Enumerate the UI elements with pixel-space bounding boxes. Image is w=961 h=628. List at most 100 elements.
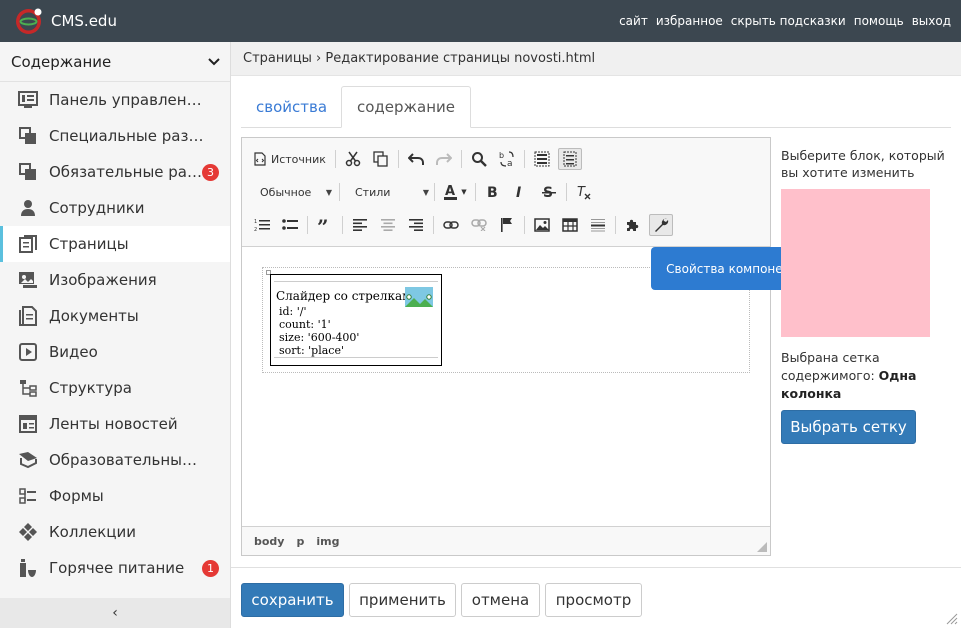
- horizontal-rule-icon: [591, 219, 605, 232]
- notification-badge: 1: [202, 560, 219, 577]
- toolbar-separator: [334, 150, 336, 168]
- select-all-button[interactable]: [530, 148, 554, 170]
- link-icon: [443, 221, 459, 229]
- anchor-button[interactable]: [495, 214, 519, 236]
- sidebar-item-label: Специальные разделы: [49, 127, 204, 145]
- copy-icon: [373, 151, 388, 167]
- path-element[interactable]: p: [296, 535, 304, 548]
- horizontal-rule-button[interactable]: [586, 214, 610, 236]
- nav-site-link[interactable]: сайт: [619, 14, 648, 28]
- sidebar-item-hot-meals[interactable]: Горячее питание 1: [0, 550, 230, 586]
- sidebar-item-video[interactable]: Видео: [0, 334, 230, 370]
- window-resize-handle-icon[interactable]: [944, 611, 958, 625]
- format-select[interactable]: Обычное ▼: [250, 181, 338, 203]
- align-left-button[interactable]: [348, 214, 372, 236]
- sidebar-item-label: Изображения: [49, 271, 157, 289]
- table-button[interactable]: [558, 214, 582, 236]
- undo-button[interactable]: [404, 148, 428, 170]
- apply-button[interactable]: применить: [349, 583, 456, 617]
- structure-icon: [18, 378, 38, 398]
- sidebar-item-required-sections[interactable]: Обязательные разделы 3: [0, 154, 230, 190]
- sidebar-item-label: Документы: [49, 307, 139, 325]
- education-icon: [18, 450, 38, 470]
- sidebar-item-special-sections[interactable]: Специальные разделы: [0, 118, 230, 154]
- italic-icon: I: [516, 185, 521, 200]
- svg-text:I: I: [516, 185, 521, 200]
- sidebar-item-forms[interactable]: Формы: [0, 478, 230, 514]
- replace-button[interactable]: ba: [495, 148, 519, 170]
- app-title[interactable]: CMS.edu: [51, 12, 117, 30]
- nav-logout-link[interactable]: выход: [912, 14, 951, 28]
- dropdown-arrow-icon: ▼: [461, 188, 467, 196]
- sidebar-item-pages[interactable]: Страницы: [0, 226, 230, 262]
- component-button[interactable]: [621, 214, 645, 236]
- slider-component[interactable]: Слайдер со стрелками id: '/' count: '1' …: [270, 274, 442, 366]
- search-icon: [471, 152, 487, 167]
- cancel-button[interactable]: отмена: [461, 583, 540, 617]
- sidebar-item-label: Горячее питание: [49, 559, 185, 577]
- sidebar-item-images[interactable]: Изображения: [0, 262, 230, 298]
- path-element[interactable]: body: [254, 535, 284, 548]
- strikethrough-icon: S: [542, 185, 556, 200]
- cut-button[interactable]: [341, 148, 365, 170]
- strikethrough-button[interactable]: S: [537, 181, 561, 203]
- link-button[interactable]: [439, 214, 463, 236]
- preview-button[interactable]: просмотр: [545, 583, 642, 617]
- content-block-preview[interactable]: [781, 189, 930, 337]
- sidebar-item-dashboard[interactable]: Панель управления: [0, 82, 230, 118]
- blockquote-button[interactable]: ”: [313, 214, 337, 236]
- styles-select[interactable]: Стили ▼: [345, 181, 433, 203]
- choose-grid-button[interactable]: Выбрать сетку: [781, 410, 916, 444]
- sidebar-item-staff[interactable]: Сотрудники: [0, 190, 230, 226]
- component-image-icon[interactable]: [405, 287, 433, 307]
- image-button[interactable]: [530, 214, 554, 236]
- align-center-button[interactable]: [376, 214, 400, 236]
- bulleted-list-button[interactable]: [278, 214, 302, 236]
- sidebar-item-news-feeds[interactable]: Ленты новостей: [0, 406, 230, 442]
- sidebar-item-structure[interactable]: Структура: [0, 370, 230, 406]
- align-right-button[interactable]: [404, 214, 428, 236]
- component-properties-button[interactable]: [649, 214, 673, 236]
- sidebar-item-label: Структура: [49, 379, 132, 397]
- cms-logo-icon[interactable]: [14, 7, 43, 36]
- remove-format-button[interactable]: T: [572, 181, 596, 203]
- documents-icon: [18, 306, 38, 326]
- tab-content[interactable]: содержание: [341, 86, 472, 128]
- undo-icon: [407, 153, 424, 165]
- source-button[interactable]: Источник: [250, 148, 330, 170]
- nav-favorites-link[interactable]: избранное: [656, 14, 723, 28]
- sidebar-item-label: Видео: [49, 343, 98, 361]
- sidebar-item-documents[interactable]: Документы: [0, 298, 230, 334]
- editor-resize-handle-icon[interactable]: [757, 542, 767, 552]
- bold-button[interactable]: B: [481, 181, 505, 203]
- redo-button[interactable]: [432, 148, 456, 170]
- numbered-list-button[interactable]: 12: [250, 214, 274, 236]
- sidebar-header[interactable]: Содержание: [0, 42, 230, 82]
- show-blocks-button[interactable]: [557, 148, 582, 170]
- toolbar-separator: [475, 183, 476, 201]
- toolbar-separator: [434, 183, 435, 201]
- find-button[interactable]: [467, 148, 491, 170]
- italic-button[interactable]: I: [509, 181, 533, 203]
- action-bar: сохранить применить отмена просмотр: [231, 567, 961, 628]
- numbered-list-icon: 12: [254, 219, 270, 232]
- nav-hide-hints-link[interactable]: скрыть подсказки: [731, 14, 846, 28]
- path-element[interactable]: img: [316, 535, 339, 548]
- text-color-button[interactable]: A ▼: [440, 181, 470, 203]
- toolbar-separator: [460, 150, 462, 168]
- source-label: Источник: [271, 152, 326, 166]
- sidebar-item-education-programs[interactable]: Образовательные программы: [0, 442, 230, 478]
- editor-toolbar: Источник ba Обычное ▼ Стили ▼ A ▼ B I S …: [242, 138, 770, 247]
- copy-button[interactable]: [369, 148, 393, 170]
- sidebar-collapse-button[interactable]: ‹: [0, 598, 230, 628]
- chevron-down-icon: [208, 57, 220, 65]
- unlink-button[interactable]: [467, 214, 491, 236]
- save-button[interactable]: сохранить: [241, 583, 344, 617]
- select-block-hint: Выберите блок, который вы хотите изменит…: [781, 148, 945, 180]
- toolbar-separator: [566, 183, 567, 201]
- tab-properties[interactable]: свойства: [241, 86, 342, 128]
- toolbar-separator: [615, 216, 616, 234]
- sidebar-item-collections[interactable]: Коллекции: [0, 514, 230, 550]
- nav-help-link[interactable]: помощь: [854, 14, 904, 28]
- bulleted-list-icon: [282, 219, 298, 230]
